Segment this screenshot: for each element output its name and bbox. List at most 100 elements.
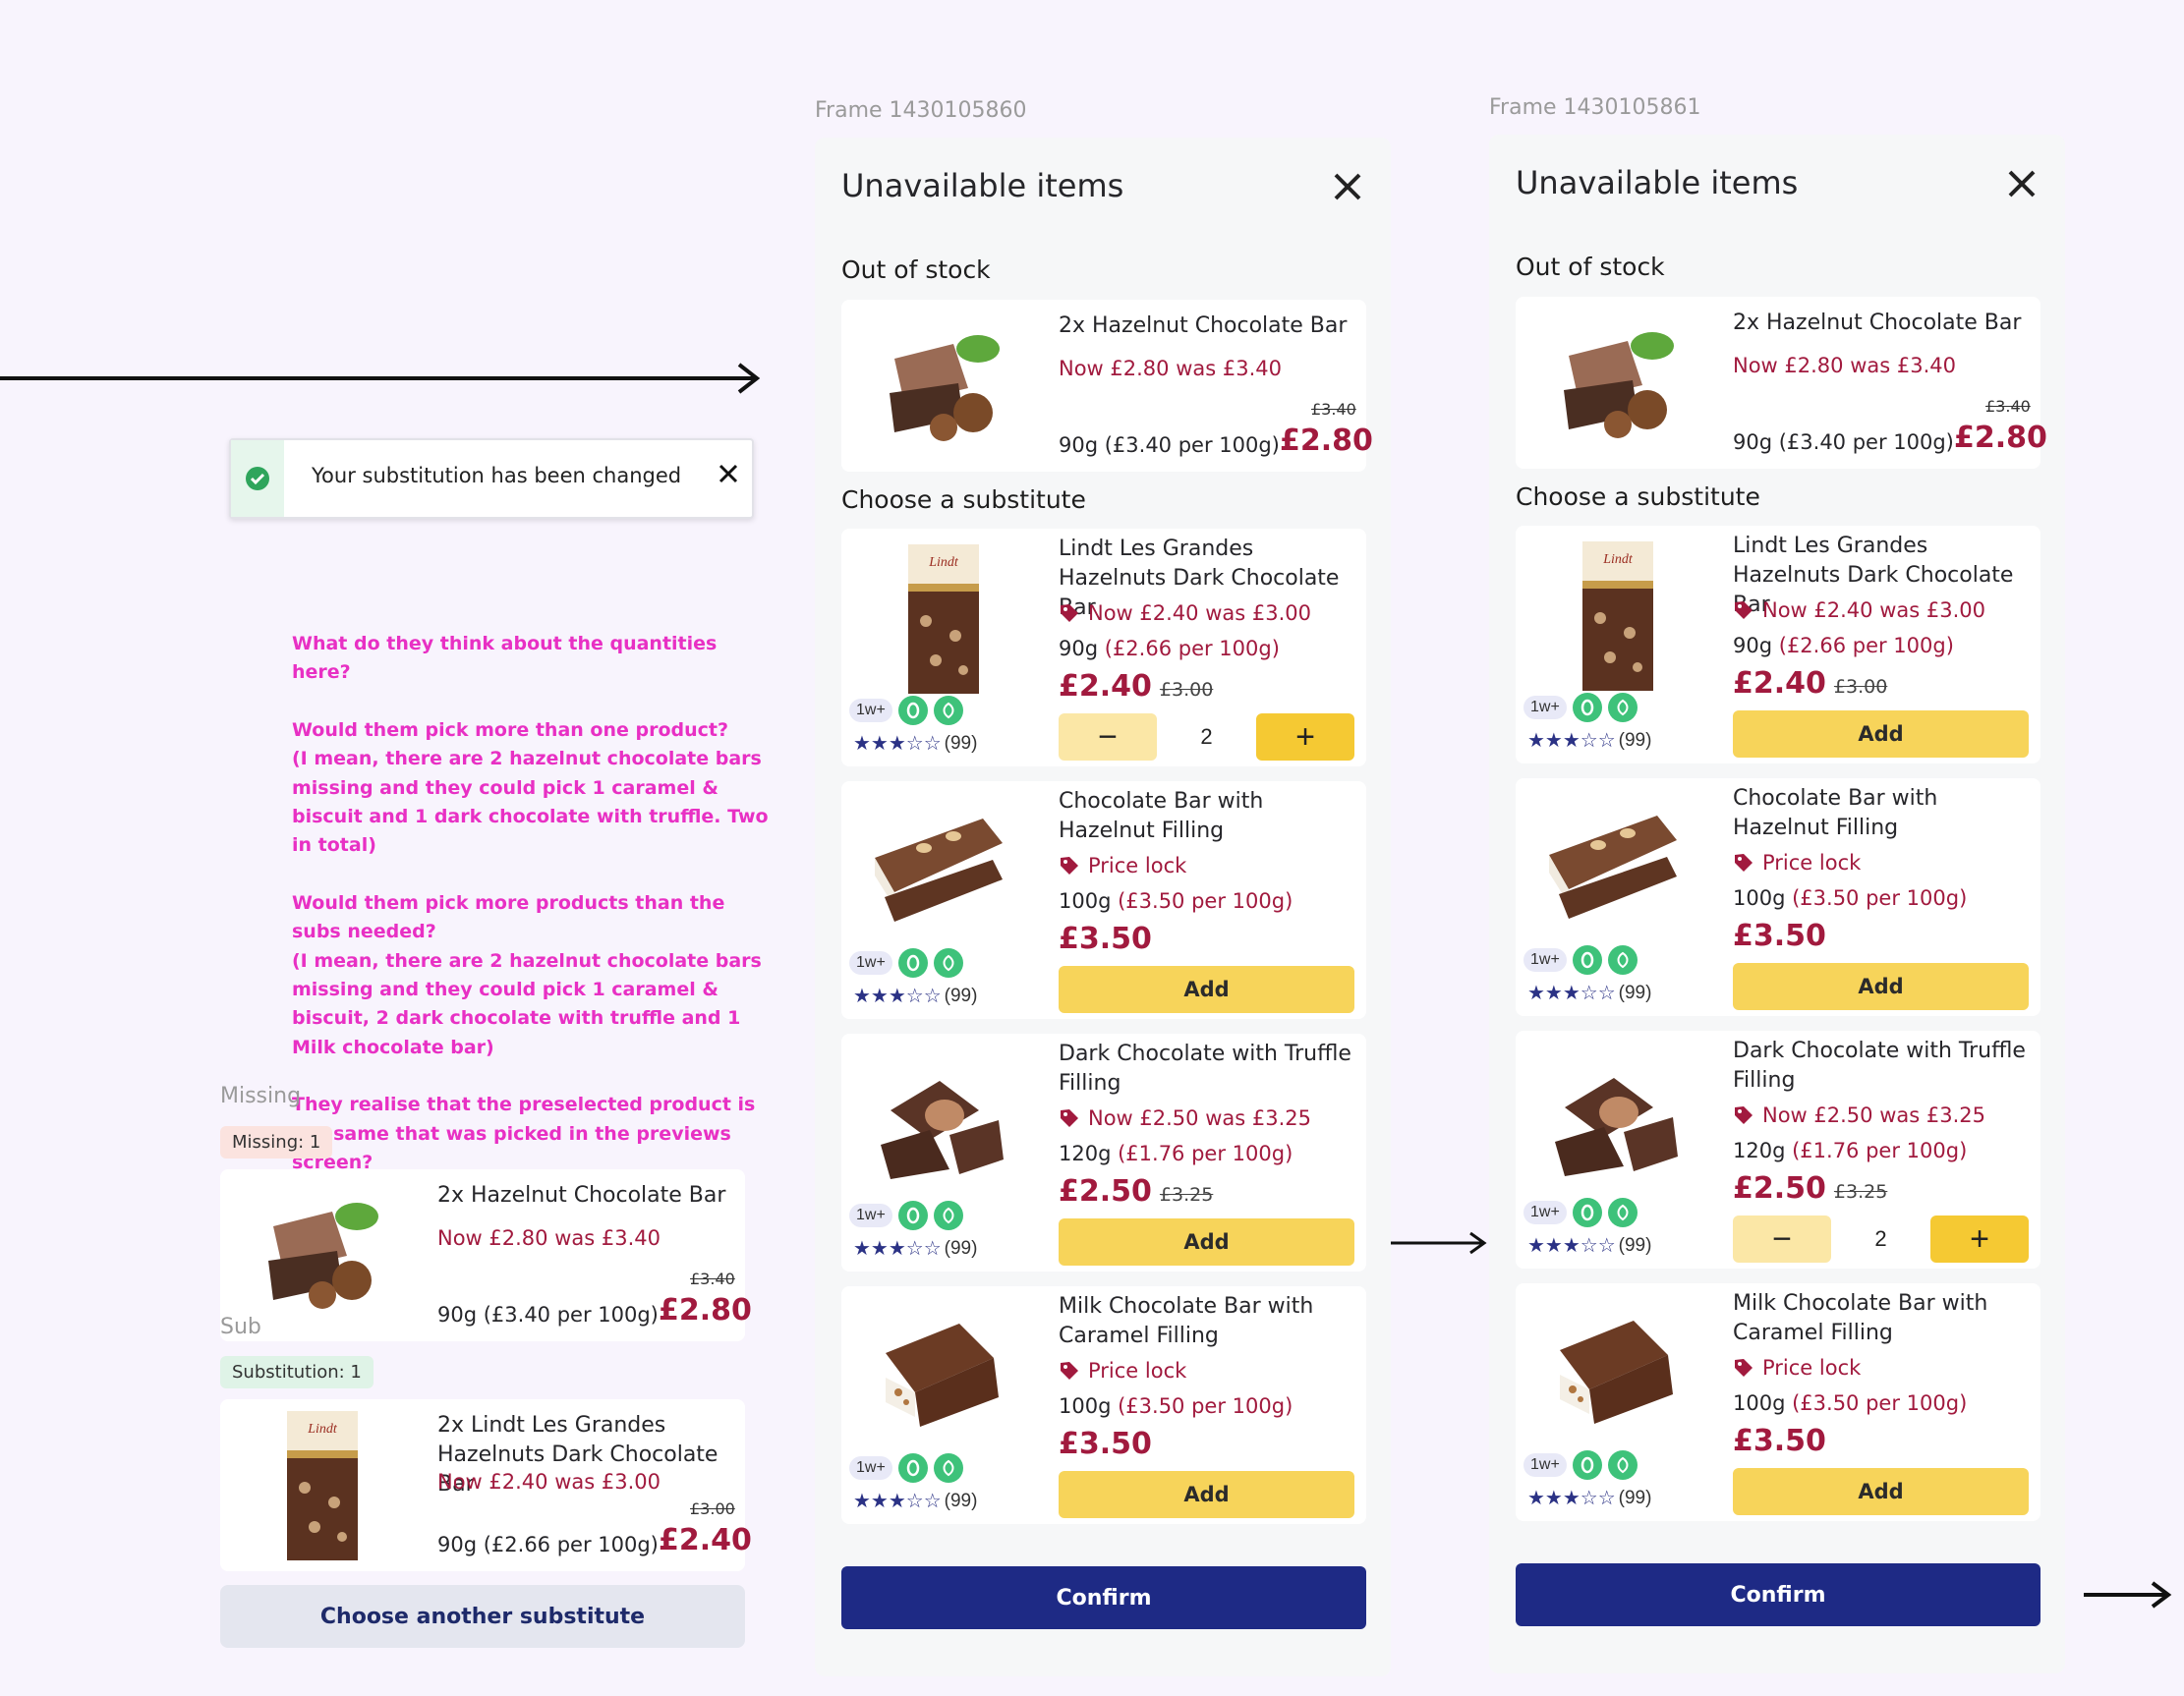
missing-item-promo: Now £2.80 was £3.40 xyxy=(437,1226,661,1250)
choose-substitute-heading: Choose a substitute xyxy=(841,485,1086,514)
price-tag-icon xyxy=(1061,1109,1078,1127)
substitute-promo: Price lock xyxy=(1059,1359,1186,1383)
substitute-name: Dark Chocolate with Truffle Filling xyxy=(1059,1042,1351,1096)
modal-title: Unavailable items xyxy=(1516,164,1799,201)
substitute-name: Milk Chocolate Bar with Caramel Filling xyxy=(1059,1294,1314,1348)
choose-another-substitute-button[interactable]: Choose another substitute xyxy=(220,1585,745,1648)
substitute-weight: 90g (£2.66 per 100g) xyxy=(1059,637,1280,660)
substitute-promo: Price lock xyxy=(1733,1356,1861,1380)
substitute-weight-value: 120g xyxy=(1733,1139,1786,1162)
decrease-quantity-button[interactable]: − xyxy=(1059,713,1157,761)
substitute-unit-price: (£1.76 per 100g) xyxy=(1792,1139,1968,1162)
design-notes: What do they think about the quantities … xyxy=(292,630,774,1207)
substitute-price-now: £2.50 xyxy=(1733,1171,1826,1206)
substitute-price: £3.50 xyxy=(1059,922,1152,956)
substitute-price: £3.50 xyxy=(1059,1427,1152,1461)
substitute-weight-value: 100g xyxy=(1733,886,1786,910)
stars-glyphs: ★★★☆☆ xyxy=(853,1491,942,1512)
missing-item-name: 2x Hazelnut Chocolate Bar xyxy=(437,1183,726,1208)
hazelnut-chocolate-image xyxy=(890,335,1000,441)
close-icon[interactable] xyxy=(1328,167,1367,206)
stars-glyphs: ★★★☆☆ xyxy=(853,733,942,755)
increase-quantity-button[interactable]: + xyxy=(1256,713,1354,761)
substitute-price-now: £2.40 xyxy=(1059,669,1152,704)
substitute-price-was: £3.00 xyxy=(1159,679,1214,701)
oos-item-promo: Now £2.80 was £3.40 xyxy=(1059,357,1282,380)
quantity-stepper[interactable]: − 2 + xyxy=(1059,713,1354,761)
substitute-name: Milk Chocolate Bar with Caramel Filling xyxy=(1733,1291,1988,1345)
increase-quantity-button[interactable]: + xyxy=(1930,1215,2029,1263)
stars-glyphs: ★★★☆☆ xyxy=(1527,1488,1616,1509)
review-count: (99) xyxy=(944,985,978,1006)
eco-icon xyxy=(897,1201,928,1230)
rating-stars: ★★★☆☆ (99) xyxy=(1527,981,1651,1005)
oos-item-name: 2x Hazelnut Chocolate Bar xyxy=(1733,311,2022,335)
decrease-quantity-button[interactable]: − xyxy=(1733,1215,1831,1263)
substitute-promo: Now £2.50 was £3.25 xyxy=(1733,1103,1985,1127)
out-of-stock-heading: Out of stock xyxy=(841,255,991,284)
substitute-price-was: £3.25 xyxy=(1833,1181,1888,1203)
product-badges: 1w+ xyxy=(849,948,963,978)
add-button[interactable]: Add xyxy=(1733,1468,2029,1515)
product-badges: 1w+ xyxy=(1523,1450,1638,1480)
one-week-badge: 1w+ xyxy=(1523,1453,1567,1477)
substitute-weight: 100g (£3.50 per 100g) xyxy=(1733,886,1967,910)
price-tag-icon xyxy=(1735,601,1753,619)
substitute-weight-value: 100g xyxy=(1059,1394,1112,1418)
substitute-price-was: £3.00 xyxy=(1833,676,1888,698)
missing-item-weight: 90g (£3.40 per 100g) xyxy=(437,1303,659,1327)
price-tag-icon xyxy=(1735,1359,1753,1377)
substitute-name: Chocolate Bar with Hazelnut Filling xyxy=(1733,786,1938,840)
stars-glyphs: ★★★☆☆ xyxy=(1527,1235,1616,1257)
substitute-price-was: £3.25 xyxy=(1159,1184,1214,1206)
svg-text:Lindt: Lindt xyxy=(307,1422,338,1437)
rating-stars: ★★★☆☆ (99) xyxy=(853,1236,977,1261)
substitute-card-caramel: 1w+ ★★★☆☆ (99) Milk Chocolate Bar with Ca… xyxy=(1516,1283,2040,1521)
confirm-button[interactable]: Confirm xyxy=(841,1566,1366,1629)
stars-glyphs: ★★★☆☆ xyxy=(1527,983,1616,1004)
leaf-icon xyxy=(1607,945,1638,975)
one-week-badge: 1w+ xyxy=(849,1204,892,1227)
oos-item-weight: 90g (£3.40 per 100g) xyxy=(1059,433,1280,457)
substitute-unit-price: (£3.50 per 100g) xyxy=(1118,889,1293,913)
check-icon xyxy=(246,467,269,490)
note-3: Would them pick more products than the s… xyxy=(292,891,762,1058)
close-icon[interactable] xyxy=(2002,164,2041,203)
svg-text:Lindt: Lindt xyxy=(1602,552,1634,567)
modal-title: Unavailable items xyxy=(841,167,1124,204)
substitute-price-now: £2.40 xyxy=(1733,666,1826,701)
add-button[interactable]: Add xyxy=(1059,966,1354,1013)
substitute-promo-text: Now £2.40 was £3.00 xyxy=(1762,598,1985,622)
one-week-badge: 1w+ xyxy=(849,951,892,975)
sub-section-label: Sub xyxy=(220,1315,261,1339)
out-of-stock-card: 2x Hazelnut Chocolate Bar Now £2.80 was … xyxy=(841,300,1373,472)
rating-stars: ★★★☆☆ (99) xyxy=(1527,728,1651,753)
one-week-badge: 1w+ xyxy=(849,1456,892,1480)
out-of-stock-card: 2x Hazelnut Chocolate Bar Now £2.80 was … xyxy=(1516,297,2047,469)
eco-icon xyxy=(897,948,928,978)
add-button[interactable]: Add xyxy=(1059,1471,1354,1518)
substitution-item-price: £2.40 xyxy=(659,1523,752,1557)
quantity-value: 2 xyxy=(1874,1226,1887,1251)
quantity-stepper[interactable]: − 2 + xyxy=(1733,1215,2029,1263)
substitute-price: £2.40 £3.00 xyxy=(1059,669,1213,704)
modal-frame-left: Unavailable items Out of stock 2x Hazeln… xyxy=(815,138,1391,1676)
add-button[interactable]: Add xyxy=(1733,963,2029,1010)
substitute-price: £2.40 £3.00 xyxy=(1733,666,1887,701)
confirm-button[interactable]: Confirm xyxy=(1516,1563,2040,1626)
add-button[interactable]: Add xyxy=(1059,1218,1354,1266)
substitute-promo-text: Now £2.50 was £3.25 xyxy=(1088,1106,1311,1130)
substitution-chip: Substitution: 1 xyxy=(220,1356,374,1388)
substitute-card-lindt: Lindt 1w+ ★★★☆☆ (99) Lindt Les Grandes Ha… xyxy=(1516,526,2040,763)
add-button[interactable]: Add xyxy=(1733,710,2029,758)
substitute-unit-price: (£3.50 per 100g) xyxy=(1118,1394,1293,1418)
modal-frame-right: Unavailable items Out of stock 2x Hazeln… xyxy=(1489,135,2065,1673)
toast-close-icon[interactable] xyxy=(717,462,740,485)
note-1: What do they think about the quantities … xyxy=(292,633,718,684)
oos-item-was: £3.40 xyxy=(1985,397,2031,416)
rating-stars: ★★★☆☆ (99) xyxy=(1527,1486,1651,1510)
stars-glyphs: ★★★☆☆ xyxy=(853,986,942,1007)
missing-item-card: 2x Hazelnut Chocolate Bar Now £2.80 was … xyxy=(220,1169,752,1341)
note-4: They realise that the preselected produc… xyxy=(292,1094,756,1174)
one-week-badge: 1w+ xyxy=(1523,1201,1567,1224)
